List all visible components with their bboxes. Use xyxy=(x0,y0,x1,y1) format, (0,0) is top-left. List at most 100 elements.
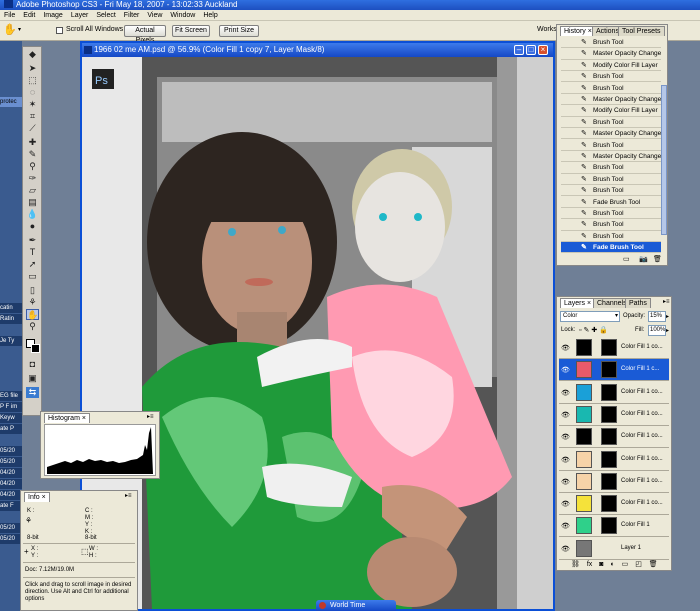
visibility-eye-icon[interactable]: 👁 xyxy=(561,389,570,397)
maximize-button[interactable]: □ xyxy=(526,45,536,55)
actual-pixels-button[interactable]: Actual Pixels xyxy=(124,25,166,44)
minimize-button[interactable]: – xyxy=(514,45,524,55)
scroll-all-windows-checkbox[interactable] xyxy=(56,27,63,34)
history-item[interactable]: ✎ Brush Tool xyxy=(561,174,661,186)
hand-tool-icon[interactable]: ✋ xyxy=(26,309,39,320)
brush-tool-icon[interactable]: ✎ xyxy=(26,149,39,160)
tab-info[interactable]: Info × xyxy=(24,492,50,502)
dodge-tool-icon[interactable]: ● xyxy=(26,221,39,232)
fit-screen-button[interactable]: Fit Screen xyxy=(172,25,210,37)
layer-mask-thumbnail[interactable] xyxy=(601,339,617,356)
history-item[interactable]: ✎ Brush Tool xyxy=(561,185,661,197)
layer-mask-thumbnail[interactable] xyxy=(601,383,617,401)
type-tool-icon[interactable]: T xyxy=(26,247,39,258)
panel-menu-icon[interactable]: ▸≡ xyxy=(147,413,157,420)
layer-row[interactable]: 👁 Color Fill 1 co... xyxy=(559,337,669,359)
history-item[interactable]: ✎ Brush Tool xyxy=(561,208,661,220)
history-item[interactable]: ✎ Master Opacity Change xyxy=(561,128,661,140)
panel-menu-icon[interactable]: ▸≡ xyxy=(663,298,670,305)
visibility-eye-icon[interactable]: 👁 xyxy=(561,344,570,352)
menu-filter[interactable]: Filter xyxy=(120,10,144,21)
print-size-button[interactable]: Print Size xyxy=(219,25,259,37)
history-item[interactable]: ✎ Brush Tool xyxy=(561,162,661,174)
history-item[interactable]: ✎ Modify Color Fill Layer xyxy=(561,105,661,117)
new-group-icon[interactable]: ▭ xyxy=(622,561,629,568)
menu-edit[interactable]: Edit xyxy=(19,10,39,21)
fill-input[interactable]: 100% xyxy=(648,325,666,336)
panel-menu-icon[interactable]: ▸≡ xyxy=(125,492,132,499)
zoom-tool-icon[interactable]: ⚲ xyxy=(26,321,39,332)
history-item[interactable]: ✎ Master Opacity Change xyxy=(561,48,661,60)
layer-row[interactable]: 👁 Layer 1 xyxy=(559,538,669,560)
menu-image[interactable]: Image xyxy=(39,10,66,21)
layer-mask-thumbnail[interactable] xyxy=(601,472,617,490)
opacity-input[interactable]: 15% xyxy=(648,311,666,322)
layer-row[interactable]: 👁 Color Fill 1 co... xyxy=(559,471,669,493)
link-layers-icon[interactable]: ⛓ xyxy=(571,561,580,568)
layer-mask-thumbnail[interactable] xyxy=(601,517,617,535)
visibility-eye-icon[interactable]: 👁 xyxy=(561,411,570,419)
layer-mask-thumbnail[interactable] xyxy=(601,495,617,513)
close-button[interactable]: × xyxy=(538,45,548,55)
tool-preset-dropdown-icon[interactable]: ▾ xyxy=(18,26,21,33)
history-brush-tool-icon[interactable]: ✑ xyxy=(26,173,39,184)
magic-wand-tool-icon[interactable]: ✶ xyxy=(26,99,39,110)
eyedropper-tool-icon[interactable]: ⚘ xyxy=(26,297,39,308)
layer-row[interactable]: 👁 Color Fill 1 co... xyxy=(559,404,669,426)
adjustment-layer-icon[interactable]: ◐ xyxy=(610,561,614,568)
blend-mode-select[interactable]: Color ▾ xyxy=(560,311,620,322)
tab-paths[interactable]: Paths xyxy=(625,298,651,308)
history-item[interactable]: ✎ Brush Tool xyxy=(561,231,661,243)
history-item[interactable]: ✎ Brush Tool xyxy=(561,37,661,49)
tab-tool-presets[interactable]: Tool Presets xyxy=(618,26,665,36)
layer-style-icon[interactable]: fx xyxy=(587,561,592,568)
add-mask-icon[interactable]: ◙ xyxy=(599,561,603,568)
history-item[interactable]: ✎ Brush Tool xyxy=(561,117,661,129)
lasso-tool-icon[interactable]: ◌ xyxy=(26,87,39,98)
visibility-eye-icon[interactable]: 👁 xyxy=(561,433,570,441)
menu-view[interactable]: View xyxy=(143,10,166,21)
tab-histogram[interactable]: Histogram × xyxy=(44,413,90,423)
menu-select[interactable]: Select xyxy=(92,10,119,21)
history-item[interactable]: ✎ Brush Tool xyxy=(561,83,661,94)
history-item[interactable]: ✎ Master Opacity Change xyxy=(561,151,661,163)
slice-tool-icon[interactable]: ⟋ xyxy=(26,123,39,134)
visibility-eye-icon[interactable]: 👁 xyxy=(561,366,570,374)
screen-mode-icon[interactable]: ▣ xyxy=(26,373,39,384)
history-item[interactable]: ✎ Brush Tool xyxy=(561,140,661,151)
fill-slider-arrow-icon[interactable]: ▸ xyxy=(666,327,669,334)
layer-mask-thumbnail[interactable] xyxy=(601,361,617,379)
history-scrollbar[interactable] xyxy=(661,85,667,235)
layer-mask-thumbnail[interactable] xyxy=(601,450,617,468)
layer-mask-thumbnail[interactable] xyxy=(601,428,617,446)
history-item[interactable]: ✎ Brush Tool xyxy=(561,219,661,231)
shape-tool-icon[interactable]: ▭ xyxy=(26,271,39,282)
marquee-tool-icon[interactable]: ⬚ xyxy=(26,75,39,86)
visibility-eye-icon[interactable]: 👁 xyxy=(561,478,570,486)
lock-icons[interactable]: ▫✎✚🔒 xyxy=(579,326,610,334)
menu-window[interactable]: Window xyxy=(166,10,199,21)
layer-row[interactable]: 👁 Color Fill 1 co... xyxy=(559,493,669,516)
history-item[interactable]: ✎ Fade Brush Tool xyxy=(561,242,661,254)
eraser-tool-icon[interactable]: ▱ xyxy=(26,185,39,196)
pen-tool-icon[interactable]: ✒ xyxy=(26,235,39,246)
crop-tool-icon[interactable]: ⌗ xyxy=(26,111,39,122)
clone-stamp-tool-icon[interactable]: ⚲ xyxy=(26,161,39,172)
edit-in-imageready-icon[interactable]: ⇆ xyxy=(26,387,39,398)
hand-tool-icon[interactable]: ✋ xyxy=(3,24,17,37)
visibility-eye-icon[interactable]: 👁 xyxy=(561,545,570,553)
path-selection-tool-icon[interactable]: ➚ xyxy=(26,259,39,270)
gradient-tool-icon[interactable]: ▤ xyxy=(26,197,39,208)
new-layer-icon[interactable]: ◰ xyxy=(635,561,642,568)
layer-row[interactable]: 👁 Color Fill 1 co... xyxy=(559,382,669,404)
tab-history[interactable]: History × xyxy=(560,26,596,36)
move-tool-icon[interactable]: ➤ xyxy=(26,63,39,74)
layer-row[interactable]: 👁 Color Fill 1 c... xyxy=(559,359,669,382)
tab-layers[interactable]: Layers × xyxy=(560,298,596,308)
layer-row[interactable]: 👁 Color Fill 1 co... xyxy=(559,449,669,471)
visibility-eye-icon[interactable]: 👁 xyxy=(561,456,570,464)
notes-tool-icon[interactable]: ▯ xyxy=(26,285,39,296)
layer-mask-thumbnail[interactable] xyxy=(601,405,617,423)
history-item[interactable]: ✎ Fade Brush Tool xyxy=(561,197,661,208)
trash-icon[interactable]: 🗑 xyxy=(653,255,662,263)
